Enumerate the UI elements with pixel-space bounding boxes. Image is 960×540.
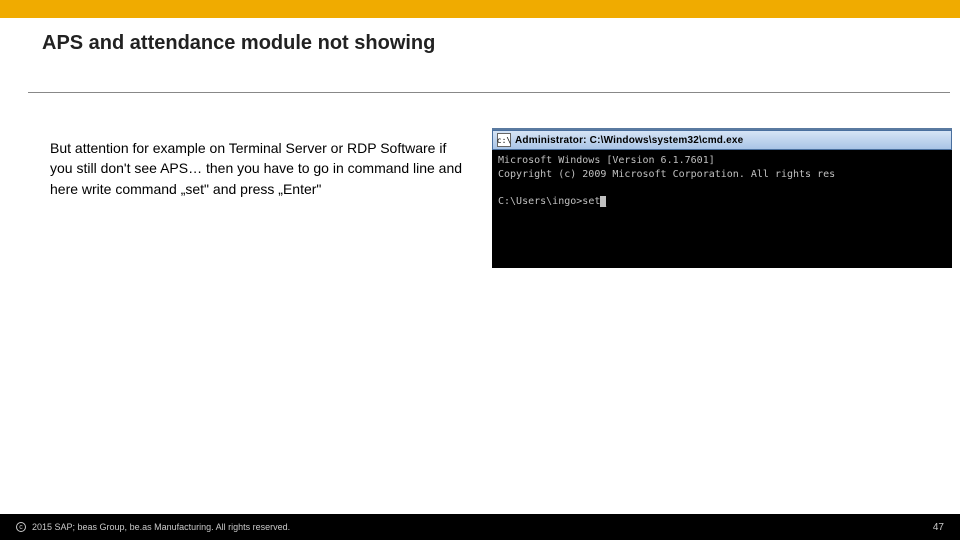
cmd-window: c:\ Administrator: C:\Windows\system32\c… — [492, 128, 952, 268]
cmd-window-title: Administrator: C:\Windows\system32\cmd.e… — [515, 135, 951, 146]
cmd-typed-text: set — [582, 196, 600, 207]
cmd-system-icon: c:\ — [497, 133, 511, 147]
horizontal-rule — [28, 92, 950, 93]
footer-copyright: 2015 SAP; beas Group, be.as Manufacturin… — [32, 522, 290, 532]
accent-top-bar — [0, 0, 960, 18]
cmd-line-1: Microsoft Windows [Version 6.1.7601] — [498, 155, 715, 166]
footer: c 2015 SAP; beas Group, be.as Manufactur… — [0, 514, 960, 540]
page-number: 47 — [933, 522, 944, 533]
cmd-cursor: _ — [600, 196, 606, 207]
copyright-icon: c — [16, 522, 26, 532]
slide: APS and attendance module not showing Bu… — [0, 0, 960, 540]
cmd-prompt: C:\Users\ingo> — [498, 196, 582, 207]
body-paragraph: But attention for example on Terminal Se… — [50, 138, 470, 199]
page-title: APS and attendance module not showing — [42, 32, 435, 55]
cmd-line-2: Copyright (c) 2009 Microsoft Corporation… — [498, 169, 835, 180]
cmd-body: Microsoft Windows [Version 6.1.7601] Cop… — [492, 150, 952, 212]
cmd-titlebar: c:\ Administrator: C:\Windows\system32\c… — [492, 130, 952, 150]
